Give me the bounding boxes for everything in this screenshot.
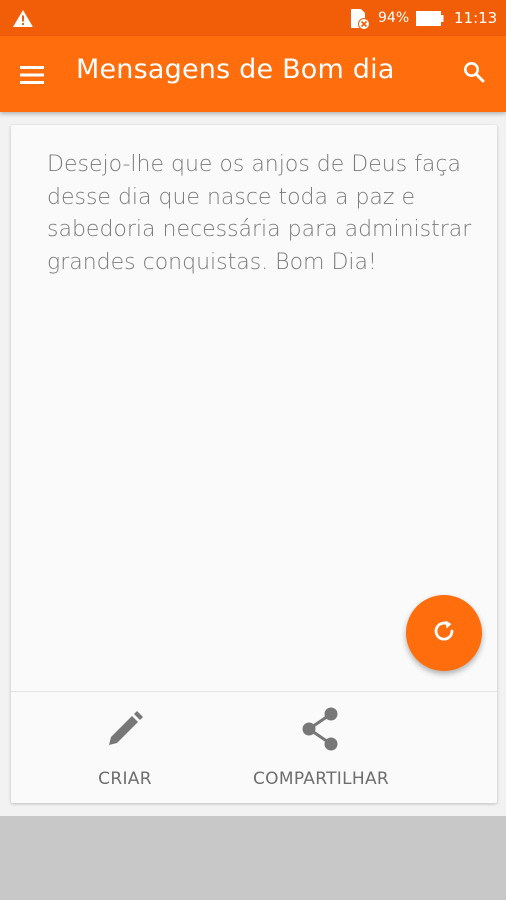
create-label: CRIAR bbox=[98, 769, 152, 789]
share-icon bbox=[300, 705, 342, 753]
app-bar: Mensagens de Bom dia bbox=[0, 36, 506, 112]
sd-card-icon bbox=[347, 8, 371, 34]
pencil-icon bbox=[105, 705, 145, 753]
create-button[interactable]: CRIAR bbox=[75, 705, 175, 795]
search-icon[interactable] bbox=[462, 60, 492, 90]
message-text: Desejo-lhe que os anjos de Deus faça des… bbox=[47, 152, 472, 275]
share-button[interactable]: COMPARTILHAR bbox=[236, 705, 406, 795]
share-label: COMPARTILHAR bbox=[253, 769, 389, 789]
warning-icon bbox=[12, 9, 34, 32]
divider bbox=[11, 691, 497, 692]
menu-icon[interactable] bbox=[20, 61, 56, 89]
battery-icon bbox=[416, 11, 444, 30]
battery-percent: 94% bbox=[378, 10, 410, 26]
page-title: Mensagens de Bom dia bbox=[76, 54, 395, 85]
bottom-area bbox=[0, 816, 506, 900]
status-bar: 94% 11:13 bbox=[0, 0, 506, 36]
message-card: Desejo-lhe que os anjos de Deus faça des… bbox=[11, 125, 497, 803]
refresh-button[interactable] bbox=[406, 595, 482, 671]
refresh-icon bbox=[429, 616, 459, 650]
clock: 11:13 bbox=[454, 9, 498, 27]
